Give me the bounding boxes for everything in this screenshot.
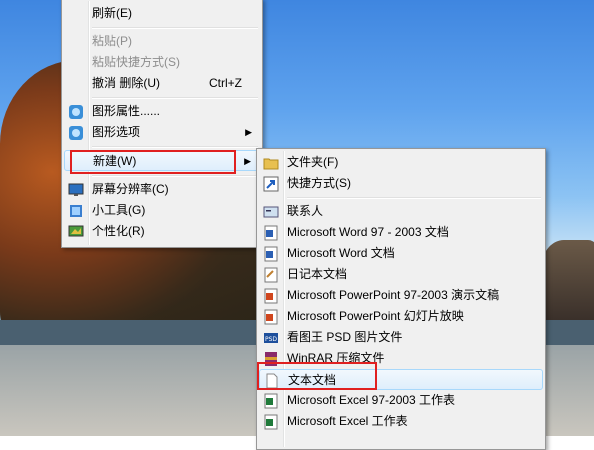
- submenu-item-shortcut[interactable]: 快捷方式(S): [259, 173, 543, 194]
- submenu-item-ppt-slideshow[interactable]: Microsoft PowerPoint 幻灯片放映: [259, 306, 543, 327]
- folder-icon: [263, 158, 279, 170]
- powerpoint-icon: [264, 288, 278, 304]
- menu-item-label: 小工具(G): [92, 203, 146, 217]
- menu-item-label: 个性化(R): [92, 224, 145, 238]
- submenu-arrow-icon: ▶: [244, 156, 251, 166]
- menu-item-label: 日记本文档: [287, 267, 348, 281]
- submenu-item-word[interactable]: Microsoft Word 文档: [259, 243, 543, 264]
- excel-icon: [264, 414, 278, 430]
- wallpaper-rock-right: [540, 240, 594, 320]
- svg-text:PSD: PSD: [265, 336, 277, 343]
- menu-item-label: Microsoft PowerPoint 97-2003 演示文稿: [287, 288, 500, 302]
- menu-item-label: Microsoft Excel 97-2003 工作表: [287, 393, 456, 407]
- graphics-properties-icon: [69, 105, 83, 119]
- menu-item-label: Microsoft Word 文档: [287, 246, 395, 260]
- desktop-context-menu: 刷新(E) 粘贴(P) 粘贴快捷方式(S) 撤消 删除(U) Ctrl+Z 图形…: [61, 0, 263, 248]
- menu-item-label: 粘贴快捷方式(S): [92, 55, 180, 69]
- menu-item-shortcut: Ctrl+Z: [209, 76, 242, 90]
- gadgets-icon: [70, 205, 82, 217]
- menu-item-undo-delete[interactable]: 撤消 删除(U) Ctrl+Z: [64, 73, 260, 94]
- menu-item-graphics-options[interactable]: 图形选项 ▶: [64, 122, 260, 143]
- menu-item-label: 图形属性......: [92, 104, 161, 118]
- menu-item-personalize[interactable]: 个性化(R): [64, 221, 260, 242]
- menu-item-label: Microsoft Word 97 - 2003 文档: [287, 225, 449, 239]
- menu-item-label: 刷新(E): [92, 6, 132, 20]
- monitor-icon: [68, 183, 84, 196]
- menu-item-screen-resolution[interactable]: 屏幕分辨率(C): [64, 179, 260, 200]
- menu-item-label: Microsoft PowerPoint 幻灯片放映: [287, 309, 464, 323]
- graphics-options-icon: [69, 126, 83, 140]
- word-document-icon: [264, 246, 278, 262]
- menu-item-paste-shortcut[interactable]: 粘贴快捷方式(S): [64, 52, 260, 73]
- menu-item-label: 快捷方式(S): [287, 176, 351, 190]
- submenu-item-folder[interactable]: 文件夹(F): [259, 152, 543, 173]
- submenu-item-journal[interactable]: 日记本文档: [259, 264, 543, 285]
- menu-item-label: 文件夹(F): [287, 155, 339, 169]
- submenu-item-excel-97-2003[interactable]: Microsoft Excel 97-2003 工作表: [259, 390, 543, 411]
- menu-item-label: 屏幕分辨率(C): [92, 182, 169, 196]
- menu-item-paste[interactable]: 粘贴(P): [64, 31, 260, 52]
- submenu-arrow-icon: ▶: [245, 127, 252, 137]
- menu-separator: [92, 146, 258, 148]
- powerpoint-icon: [264, 309, 278, 325]
- submenu-item-ppt-97-2003[interactable]: Microsoft PowerPoint 97-2003 演示文稿: [259, 285, 543, 306]
- menu-item-label: 联系人: [287, 204, 324, 218]
- menu-item-label: 图形选项: [92, 125, 141, 139]
- contact-icon: [263, 206, 279, 218]
- menu-separator: [92, 27, 258, 29]
- shortcut-icon: [263, 176, 279, 192]
- submenu-item-contact[interactable]: 联系人: [259, 201, 543, 222]
- menu-item-label: 撤消 删除(U): [92, 76, 160, 90]
- excel-icon: [264, 393, 278, 409]
- submenu-item-word-97-2003[interactable]: Microsoft Word 97 - 2003 文档: [259, 222, 543, 243]
- new-submenu: 文件夹(F) 快捷方式(S) 联系人 Microsoft Word 97 - 2…: [256, 148, 546, 450]
- psd-image-icon: PSD: [264, 333, 278, 343]
- text-document-red-highlight: [257, 362, 377, 390]
- menu-item-refresh[interactable]: 刷新(E): [64, 3, 260, 24]
- new-item-red-highlight: [70, 150, 236, 174]
- personalize-icon: [68, 225, 84, 237]
- menu-item-label: 粘贴(P): [92, 34, 132, 48]
- menu-item-label: 看图王 PSD 图片文件: [287, 330, 403, 344]
- menu-item-gadgets[interactable]: 小工具(G): [64, 200, 260, 221]
- submenu-item-excel[interactable]: Microsoft Excel 工作表: [259, 411, 543, 432]
- menu-separator: [92, 175, 258, 177]
- submenu-item-psd[interactable]: PSD 看图王 PSD 图片文件: [259, 327, 543, 348]
- journal-icon: [264, 267, 278, 283]
- menu-separator: [92, 97, 258, 99]
- menu-item-label: Microsoft Excel 工作表: [287, 414, 408, 428]
- menu-item-graphics-properties[interactable]: 图形属性......: [64, 101, 260, 122]
- word-document-icon: [264, 225, 278, 241]
- menu-separator: [287, 197, 541, 199]
